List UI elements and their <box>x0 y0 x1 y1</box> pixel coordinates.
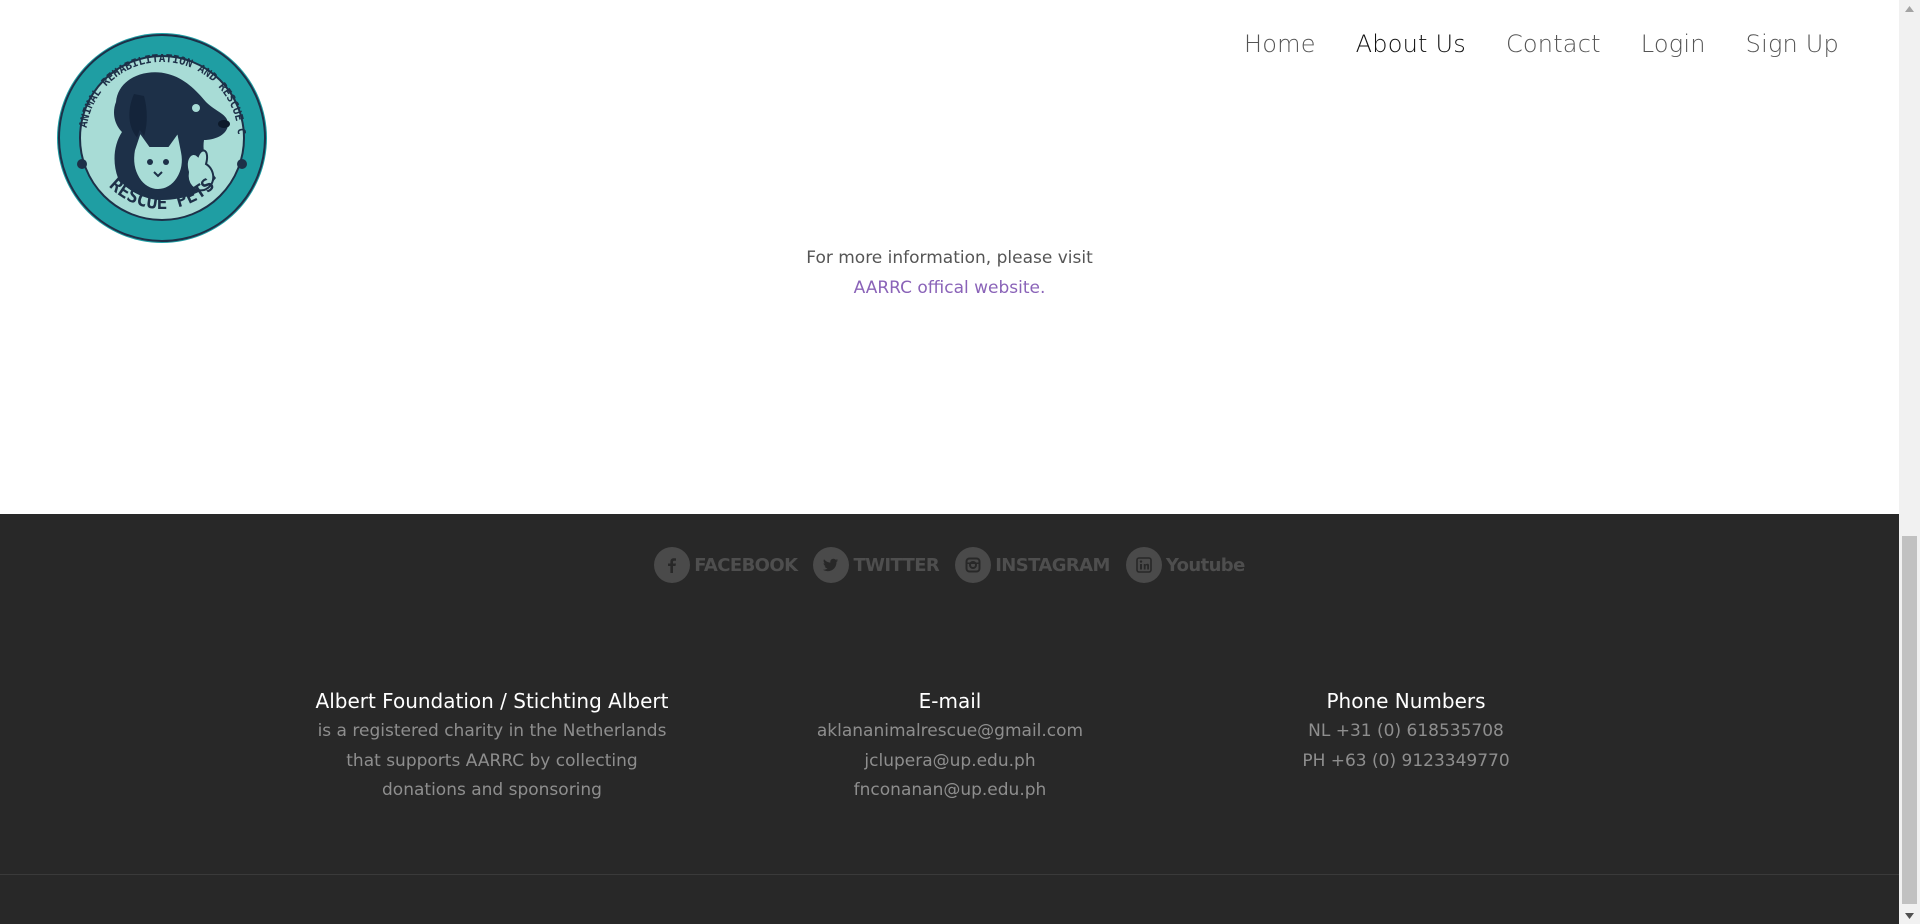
twitter-icon <box>813 547 850 583</box>
twitter-label: TWITTER <box>853 554 940 576</box>
rescue-pets-logo-image: AKLAN ANIMAL REHABILITATION AND RESCUE C… <box>53 22 267 243</box>
youtube-label: Youtube <box>1165 554 1245 576</box>
aarrc-website-link[interactable]: AARRC offical website. <box>854 273 1046 303</box>
foundation-line: donations and sponsoring <box>382 780 602 800</box>
foundation-line: that supports AARRC by collecting <box>346 750 638 771</box>
footer-column-foundation: Albert Foundation / Stichting Albert is … <box>292 687 692 806</box>
footer-column-phone: Phone Numbers NL +31 (0) 618535708 PH +6… <box>1206 687 1606 776</box>
facebook-link[interactable]: FACEBOOK <box>654 547 798 583</box>
nav-sign-up[interactable]: Sign Up <box>1746 30 1839 58</box>
youtube-link[interactable]: Youtube <box>1125 547 1245 583</box>
nav-about-us[interactable]: About Us <box>1356 30 1466 58</box>
scroll-down-arrow-icon[interactable] <box>1899 907 1920 924</box>
email-title: E-mail <box>918 689 982 713</box>
twitter-link[interactable]: TWITTER <box>813 547 940 583</box>
aarrc-logo[interactable]: AKLAN ANIMAL REHABILITATION AND RESCUE C… <box>53 22 268 244</box>
more-info-text: For more information, please visit <box>806 248 1093 268</box>
instagram-icon <box>955 547 992 583</box>
email-address[interactable]: fnconanan@up.edu.ph <box>750 776 1150 806</box>
social-links: FACEBOOK TWITTER INSTAGRAM Youtube <box>0 547 1899 583</box>
phone-number[interactable]: NL +31 (0) 618535708 <box>1206 717 1606 747</box>
nav-login[interactable]: Login <box>1641 30 1706 58</box>
instagram-link[interactable]: INSTAGRAM <box>955 547 1110 583</box>
linkedin-icon <box>1125 547 1162 583</box>
footer-divider <box>0 874 1899 875</box>
nav-contact[interactable]: Contact <box>1506 30 1601 58</box>
foundation-line: is a registered charity in the Netherlan… <box>317 721 667 741</box>
page: AKLAN ANIMAL REHABILITATION AND RESCUE C… <box>0 0 1899 924</box>
scroll-up-arrow-icon[interactable] <box>1899 0 1920 17</box>
email-address[interactable]: aklananimalrescue@gmail.com <box>750 717 1150 747</box>
phone-title: Phone Numbers <box>1326 689 1486 713</box>
main-nav: Home About Us Contact Login Sign Up <box>1244 30 1839 58</box>
nav-home[interactable]: Home <box>1244 30 1316 58</box>
phone-number[interactable]: PH +63 (0) 9123349770 <box>1206 747 1606 777</box>
footer-column-email: E-mail aklananimalrescue@gmail.com jclup… <box>750 687 1150 806</box>
foundation-title: Albert Foundation / Stichting Albert <box>315 689 669 713</box>
email-address[interactable]: jclupera@up.edu.ph <box>750 747 1150 777</box>
more-info-section: For more information, please visit AARRC… <box>0 243 1899 303</box>
site-footer: FACEBOOK TWITTER INSTAGRAM Youtube Alber… <box>0 514 1899 924</box>
facebook-label: FACEBOOK <box>694 554 798 576</box>
instagram-label: INSTAGRAM <box>995 554 1110 576</box>
scrollbar-thumb[interactable] <box>1902 536 1917 904</box>
facebook-icon <box>654 547 691 583</box>
vertical-scrollbar[interactable] <box>1899 0 1920 924</box>
